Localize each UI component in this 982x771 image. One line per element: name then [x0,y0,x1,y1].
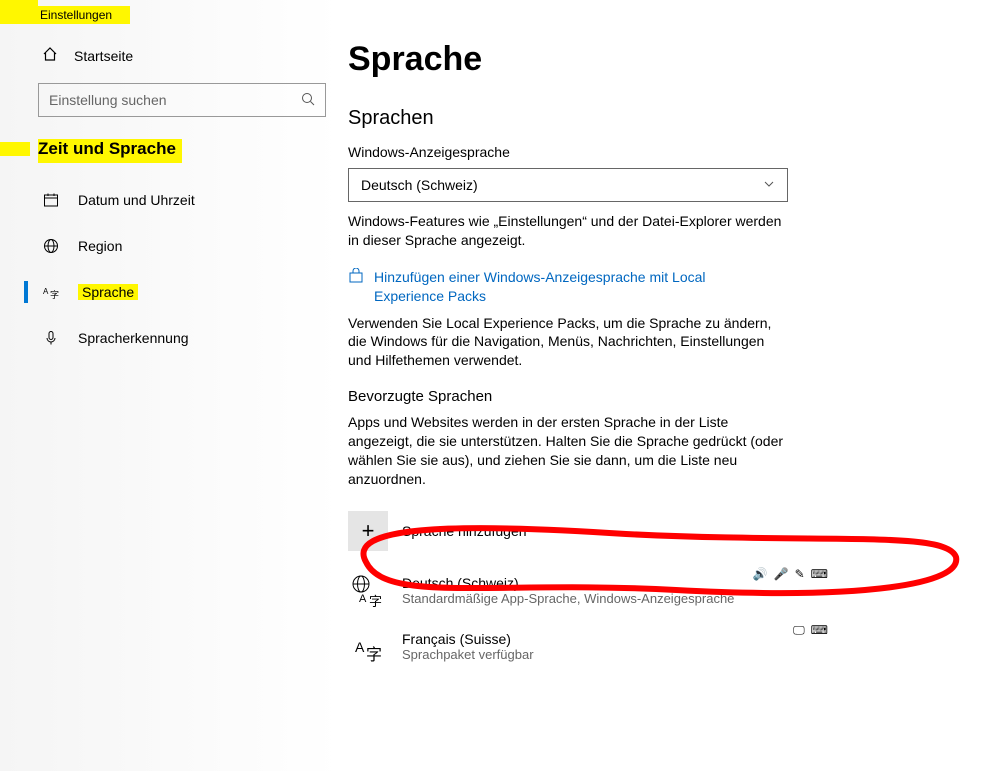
language-item-fr[interactable]: A字 Français (Suisse) Sprachpaket verfügb… [348,623,868,673]
dropdown-value: Deutsch (Schweiz) [361,177,478,193]
svg-text:字: 字 [369,594,382,608]
calendar-icon [42,192,60,208]
search-input[interactable]: Einstellung suchen [38,83,326,117]
search-placeholder: Einstellung suchen [49,92,167,108]
chevron-down-icon [763,177,775,193]
language-subtext: Sprachpaket verfügbar [402,647,534,662]
language-glyph-icon: A字 [348,571,388,611]
add-language-store-link[interactable]: Hinzufügen einer Windows-Anzeigesprache … [374,268,774,306]
language-feature-icons: 🔊 🎤 ✎ ⌨ [753,567,828,581]
main-content: Sprache Sprachen Windows-Anzeigesprache … [340,0,982,771]
language-subtext: Standardmäßige App-Sprache, Windows-Anze… [402,591,734,606]
display-icon: 🖵 [793,623,805,638]
store-icon [348,268,364,287]
preferred-heading: Bevorzugte Sprachen [348,388,942,405]
language-name: Deutsch (Schweiz) [402,575,734,591]
display-language-label: Windows-Anzeigesprache [348,144,942,160]
sidebar-item-label: Datum und Uhrzeit [78,192,195,208]
globe-icon [42,238,60,254]
home-label: Startseite [74,48,133,64]
language-name: Français (Suisse) [402,631,534,647]
speech-icon: 🎤 [774,567,789,581]
language-icon: A字 [42,284,60,300]
language-glyph-icon: A字 [348,627,388,667]
language-item-de[interactable]: A字 Deutsch (Schweiz) Standardmäßige App-… [348,567,868,617]
section-heading: Sprachen [348,107,942,130]
svg-text:A: A [355,639,365,655]
nav-list: Datum und Uhrzeit Region A字 Sprache Spra… [0,169,340,361]
handwriting-icon: ✎ [795,567,805,581]
mic-icon [42,330,60,346]
keyboard-icon: ⌨ [811,623,828,638]
display-language-dropdown[interactable]: Deutsch (Schweiz) [348,168,788,202]
plus-icon: + [348,511,388,551]
sidebar-item-region[interactable]: Region [0,223,340,269]
sidebar-item-speech[interactable]: Spracherkennung [0,315,340,361]
home-icon [42,46,58,65]
store-link-help: Verwenden Sie Local Experience Packs, um… [348,314,788,371]
page-title: Sprache [348,40,942,79]
language-feature-icons: 🖵 ⌨ [793,623,828,638]
tts-icon: 🔊 [753,567,768,581]
add-language-button[interactable]: + Sprache hinzufügen [348,507,828,555]
sidebar-item-label: Spracherkennung [78,330,189,346]
search-icon [301,92,315,109]
home-link[interactable]: Startseite [0,24,340,83]
keyboard-icon: ⌨ [811,567,828,581]
section-title: Zeit und Sprache [0,117,340,169]
svg-text:字: 字 [366,646,382,664]
preferred-help: Apps und Websites werden in der ersten S… [348,413,788,489]
sidebar-item-label: Region [78,238,122,254]
svg-text:字: 字 [50,289,59,300]
sidebar-item-label: Sprache [78,284,138,300]
svg-text:A: A [43,287,49,296]
add-language-label: Sprache hinzufügen [402,523,527,539]
sidebar: Einstellungen Startseite Einstellung suc… [0,0,340,771]
sidebar-item-datetime[interactable]: Datum und Uhrzeit [0,177,340,223]
sidebar-item-language[interactable]: A字 Sprache [0,269,340,315]
svg-text:A: A [359,593,367,605]
annotation-highlight [0,0,38,16]
display-language-help: Windows-Features wie „Einstellungen“ und… [348,212,788,250]
